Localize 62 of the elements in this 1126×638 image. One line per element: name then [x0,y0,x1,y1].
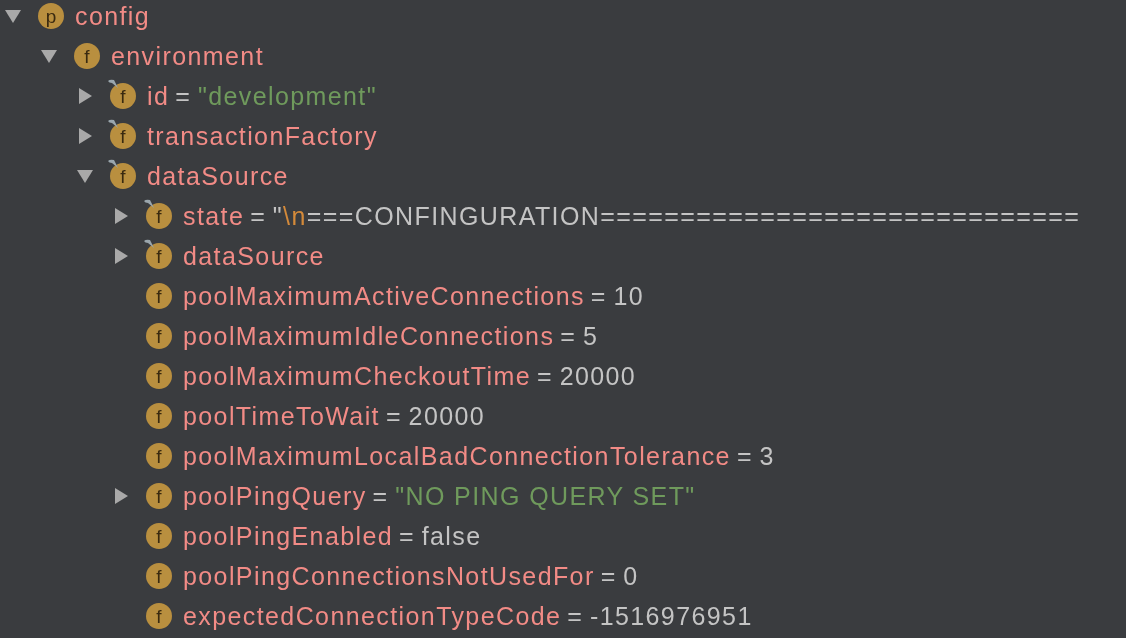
variable-value: 5 [582,321,599,351]
variable-name: dataSource [147,161,289,191]
variable-value: 20000 [559,361,637,391]
equals-sign: = [385,401,401,431]
variable-value: false [421,521,482,551]
collapse-arrow-icon[interactable] [77,168,93,184]
variable-name: poolMaximumIdleConnections [183,321,555,351]
field-type-badge: f [146,243,172,269]
variable-value: 0 [623,561,639,591]
field-type-badge: f [146,443,172,469]
variable-value: "development" [197,81,377,111]
variable-value: -1516976951 [589,601,753,631]
collapse-arrow-icon[interactable] [41,48,57,64]
variable-value: "NO PING QUERY SET" [395,481,696,511]
field-type-badge: f [110,163,136,189]
expand-arrow-icon[interactable] [113,208,129,224]
field-type-badge: f [146,283,172,309]
field-type-badge: f [146,203,172,229]
variable-name: transactionFactory [147,121,378,151]
equals-sign: = [175,81,190,111]
variable-name: poolPingEnabled [183,521,394,551]
expand-arrow-icon[interactable] [77,88,93,104]
variable-value: 10 [613,281,645,311]
expand-arrow-icon[interactable] [77,128,93,144]
expand-arrow-icon[interactable] [113,488,129,504]
field-type-badge: f [146,323,172,349]
variable-name: state [183,201,245,231]
field-type-badge: f [146,363,172,389]
field-type-badge: p [38,3,64,29]
variable-name: poolTimeToWait [183,401,380,431]
variable-name: poolPingQuery [183,481,367,511]
equals-sign: = [590,281,606,311]
equals-sign: = [567,601,582,631]
variable-name: id [147,81,170,111]
equals-sign: = [537,361,552,391]
field-type-badge: f [146,403,172,429]
variable-name: environment [111,41,264,71]
field-type-badge: f [74,43,100,69]
field-type-badge: f [146,563,172,589]
equals-sign: = [250,201,265,231]
equals-sign: = [560,321,575,351]
field-type-badge: f [110,123,136,149]
equals-sign: = [736,441,752,471]
variable-name: poolMaximumCheckoutTime [183,361,532,391]
expand-arrow-icon[interactable] [113,248,129,264]
field-type-badge: f [146,603,172,629]
collapse-arrow-icon[interactable] [5,8,21,24]
variable-name: config [75,1,151,31]
equals-sign: = [372,481,388,511]
variable-value: 3 [759,441,775,471]
variable-value: "\n===CONFINGURATION============================== [272,201,1081,231]
variable-name: dataSource [183,241,325,271]
field-type-badge: f [146,483,172,509]
equals-sign: = [399,521,414,551]
field-type-badge: f [110,83,136,109]
variable-name: poolPingConnectionsNotUsedFor [183,561,595,591]
equals-sign: = [600,561,616,591]
variable-name: poolMaximumLocalBadConnectionTolerance [183,441,731,471]
variable-value: 20000 [408,401,486,431]
variable-name: expectedConnectionTypeCode [183,601,562,631]
variable-name: poolMaximumActiveConnections [183,281,585,311]
field-type-badge: f [146,523,172,549]
